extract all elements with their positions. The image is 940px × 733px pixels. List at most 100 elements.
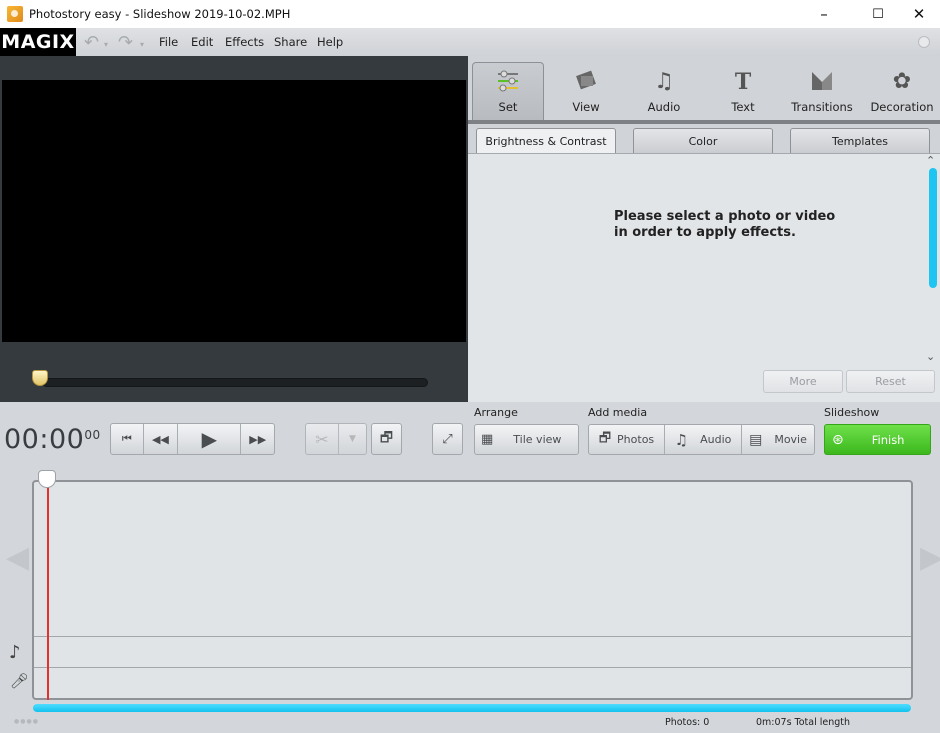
magix-logo: MAGIX [0,28,76,56]
menu-file[interactable]: File [159,35,178,49]
subtab-brightness-contrast[interactable]: Brightness & Contrast [476,128,616,154]
photos-icon: 🗗 [598,430,612,446]
resize-grip-icon[interactable]: ●●●● [14,718,39,725]
tab-transitions[interactable]: Transitions [786,62,858,120]
tab-divider [468,120,940,124]
sliders-icon [496,70,520,94]
finish-button[interactable]: ⊛ Finish [824,424,931,455]
timeline-scroll-left-icon[interactable]: ◀ [6,540,29,575]
scroll-up-icon[interactable]: ⌃ [926,154,935,167]
tab-view-label: View [572,100,600,114]
tile-view-button[interactable]: ▦ Tile view [474,424,579,455]
preview-scrubber-handle[interactable] [32,370,48,386]
menu-share[interactable]: Share [274,35,307,49]
timeline-scroll-right-icon[interactable]: ▶ [920,540,940,575]
reset-button[interactable]: Reset [846,370,935,393]
add-audio-button[interactable]: ♫ Audio [665,425,742,454]
undo-dropdown-icon[interactable]: ▾ [104,40,108,49]
more-button[interactable]: More [763,370,843,393]
music-note-icon: ♫ [654,69,674,94]
playhead-handle[interactable] [38,470,56,488]
voice-track-divider [34,667,911,668]
vertical-scrollbar[interactable] [929,168,937,288]
skip-back-icon: ⏮ [121,432,132,445]
tab-audio-label: Audio [647,100,681,114]
minimize-button[interactable]: – [801,0,847,28]
maximize-button[interactable]: ☐ [855,0,901,28]
redo-dropdown-icon[interactable]: ▾ [140,40,144,49]
photos-count: Photos: 0 [665,717,710,728]
tab-transitions-label: Transitions [791,100,853,114]
add-media-group: 🗗 Photos ♫ Audio ▤ Movie [588,424,815,455]
tab-decoration[interactable]: ✿ Decoration [865,62,939,120]
timecode-frames: 00 [84,428,101,442]
fast-forward-icon: ▶▶ [249,432,267,446]
cut-button[interactable]: ✂ [306,424,339,454]
slideshow-label: Slideshow [824,406,880,419]
transitions-icon [810,70,834,94]
rewind-icon: ◀◀ [151,432,169,446]
audio-track-icon: ♪ [9,642,21,663]
undo-icon[interactable]: ↶ [84,32,99,53]
menu-help[interactable]: Help [317,35,343,49]
fast-forward-button[interactable]: ▶▶ [241,424,274,454]
scissors-icon: ✂ [315,429,329,449]
add-media-label: Add media [588,406,648,419]
effects-panel: Set View ♫ Audio T Text Transitions ✿ De… [468,56,940,402]
chevron-down-icon: ▼ [349,434,356,444]
movie-label: Movie [774,433,807,446]
timeline-scrollbar[interactable] [33,704,911,712]
finish-label: Finish [871,432,905,447]
preview-monitor [0,56,468,402]
tab-text-label: Text [731,100,755,114]
menu-bar: MAGIX ↶ ▾ ↷ ▾ File Edit Effects Share He… [0,28,940,56]
playback-controls: ⏮ ◀◀ ▶ ▶▶ [110,423,275,455]
music-note-icon: ♫ [674,430,689,449]
no-selection-message: Please select a photo or video in order … [614,209,844,241]
scroll-down-icon[interactable]: ⌄ [926,350,935,363]
menu-effects[interactable]: Effects [225,35,264,49]
microphone-icon: 🎤︎ [10,672,30,690]
film-reel-icon: ⊛ [832,431,844,448]
message-line-2: in order to apply effects. [614,225,796,240]
tab-view[interactable]: View [550,62,622,120]
fullscreen-button[interactable]: ⤢ [432,423,463,455]
video-screen [2,80,466,342]
audio-label: Audio [700,433,732,446]
add-photos-button[interactable]: 🗗 Photos [589,425,665,454]
photo-stack-icon: 🗗 [379,430,394,446]
title-bar: Photostory easy - Slideshow 2019-10-02.M… [0,0,940,28]
timecode-display: 00:0000 [4,424,101,455]
redo-icon[interactable]: ↷ [118,32,133,53]
arrange-label: Arrange [474,406,518,419]
insert-photos-button[interactable]: 🗗 [371,423,402,455]
playhead-line [47,480,49,700]
play-icon: ▶ [201,427,217,451]
close-button[interactable]: ✕ [896,0,940,28]
expand-icon: ⤢ [442,431,453,447]
tab-audio[interactable]: ♫ Audio [628,62,700,120]
menu-edit[interactable]: Edit [191,35,213,49]
photos-label: Photos [617,433,655,446]
add-movie-button[interactable]: ▤ Movie [742,425,814,454]
total-length: 0m:07s Total length [756,717,851,728]
status-indicator-icon [918,36,930,48]
subtab-templates[interactable]: Templates [790,128,930,154]
app-icon [7,6,23,22]
tile-view-label: Tile view [513,433,562,446]
window-title: Photostory easy - Slideshow 2019-10-02.M… [29,7,291,21]
text-icon: T [734,69,752,95]
tab-set[interactable]: Set [472,62,544,120]
play-button[interactable]: ▶ [178,424,242,454]
tab-text[interactable]: T Text [707,62,779,120]
cut-controls: ✂ ▼ [305,423,367,455]
tile-grid-icon: ▦ [481,432,494,447]
cut-dropdown-button[interactable]: ▼ [339,424,366,454]
go-to-start-button[interactable]: ⏮ [111,424,144,454]
audio-track-divider [34,636,911,637]
film-icon: ▤ [749,431,763,448]
preview-scrubber-track[interactable] [42,378,428,387]
timeline-area[interactable] [32,480,913,700]
rewind-button[interactable]: ◀◀ [144,424,179,454]
subtab-color[interactable]: Color [633,128,773,154]
